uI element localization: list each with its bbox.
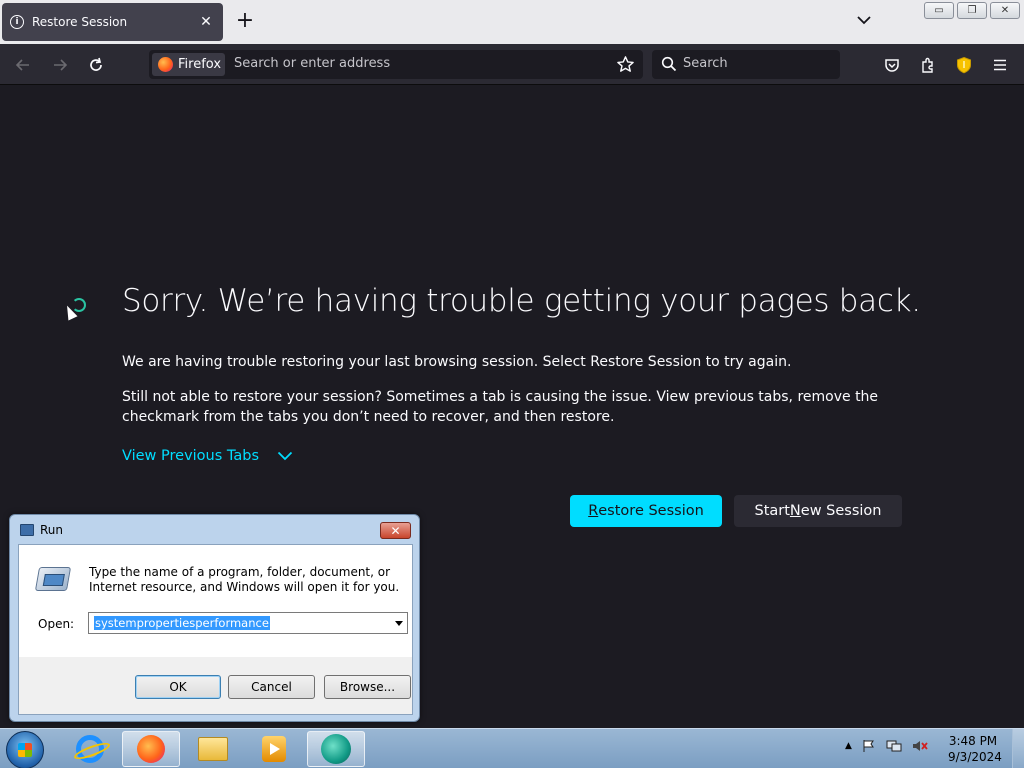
browse-button[interactable]: Browse...	[324, 675, 411, 699]
run-close-button[interactable]: ✕	[380, 522, 411, 539]
run-program-icon	[34, 567, 72, 591]
reload-icon[interactable]	[86, 55, 106, 75]
network-icon[interactable]	[886, 739, 902, 753]
window-controls: ▭ ❐ ✕	[924, 2, 1020, 19]
run-description: Type the name of a program, folder, docu…	[89, 565, 400, 594]
list-all-tabs-icon[interactable]	[856, 12, 872, 28]
open-input-value[interactable]: systempropertiesperformance	[94, 616, 270, 630]
taskbar-file-explorer[interactable]	[184, 731, 242, 767]
start-button[interactable]	[6, 731, 44, 768]
taskbar: ▲ 3:48 PM 9/3/2024	[0, 728, 1024, 768]
internet-explorer-icon	[76, 735, 104, 763]
tab-title: Restore Session	[32, 15, 128, 29]
close-window-button[interactable]: ✕	[990, 2, 1020, 19]
error-hint: Still not able to restore your session? …	[122, 389, 879, 425]
pocket-icon[interactable]	[882, 55, 902, 75]
app-icon	[321, 734, 351, 764]
new-label-post: ew Session	[800, 503, 882, 519]
restore-window-button[interactable]: ❐	[957, 2, 987, 19]
new-label-pre: Start	[754, 503, 790, 519]
new-tab-button[interactable]: +	[234, 10, 256, 32]
system-tray: ▲	[845, 739, 928, 753]
cancel-button[interactable]: Cancel	[228, 675, 315, 699]
forward-icon[interactable]	[50, 55, 70, 75]
identity-chip[interactable]: Firefox	[152, 53, 225, 76]
menu-icon[interactable]	[990, 55, 1010, 75]
chevron-down-icon	[277, 451, 293, 461]
restore-session-button[interactable]: Restore Session	[570, 495, 722, 527]
run-dialog: Run ✕ Type the name of a program, folder…	[9, 514, 420, 722]
open-label: Open:	[38, 617, 75, 631]
extensions-icon[interactable]	[918, 55, 938, 75]
file-explorer-icon	[198, 737, 228, 761]
nav-toolbar: Firefox Search or enter address Search	[0, 44, 1024, 85]
back-icon[interactable]	[13, 55, 33, 75]
error-message: We are having trouble restoring your las…	[122, 354, 792, 370]
view-previous-tabs-label: View Previous Tabs	[122, 448, 260, 464]
desktop: i Restore Session ✕ + ▭ ❐ ✕ Firefox Sear…	[0, 0, 1024, 768]
info-icon: i	[10, 15, 24, 29]
clock-time: 3:48 PM	[948, 734, 998, 748]
show-desktop-button[interactable]	[1012, 729, 1024, 768]
run-dialog-body: Type the name of a program, folder, docu…	[18, 544, 413, 715]
tab-strip: i Restore Session ✕ + ▭ ❐ ✕	[0, 0, 1024, 44]
taskbar-media-player[interactable]	[245, 731, 303, 767]
restore-label-accesskey: R	[588, 503, 599, 519]
action-center-flag-icon[interactable]	[862, 739, 876, 753]
volume-muted-icon[interactable]	[912, 739, 928, 753]
run-dialog-title: Run	[40, 523, 64, 537]
taskbar-internet-explorer[interactable]	[61, 731, 119, 767]
search-input[interactable]: Search	[683, 56, 728, 71]
bookmark-star-icon[interactable]	[616, 55, 635, 74]
address-bar[interactable]: Firefox Search or enter address	[149, 50, 643, 79]
taskbar-app[interactable]	[307, 731, 365, 767]
run-dialog-content: Type the name of a program, folder, docu…	[19, 545, 412, 657]
open-combobox[interactable]: systempropertiesperformance	[88, 612, 408, 634]
run-icon	[20, 524, 34, 536]
search-bar[interactable]: Search	[652, 50, 840, 79]
search-icon	[661, 56, 677, 72]
clock[interactable]: 3:48 PM 9/3/2024	[948, 733, 1002, 765]
restore-label-post: estore Session	[598, 503, 704, 519]
media-player-icon	[262, 736, 286, 762]
firefox-icon	[137, 735, 165, 763]
new-label-accesskey: N	[789, 503, 801, 519]
taskbar-firefox[interactable]	[122, 731, 180, 767]
page-title: Sorry. We’re having trouble getting your…	[122, 283, 921, 319]
clock-date: 9/3/2024	[948, 750, 1002, 764]
ok-button[interactable]: OK	[135, 675, 221, 699]
run-dialog-titlebar[interactable]: Run	[10, 515, 419, 545]
start-new-session-button[interactable]: Start New Session	[734, 495, 902, 527]
shield-extension-icon[interactable]	[954, 55, 974, 75]
minimize-button[interactable]: ▭	[924, 2, 954, 19]
firefox-icon	[158, 57, 173, 72]
view-previous-tabs-toggle[interactable]: View Previous Tabs	[122, 448, 293, 464]
address-input[interactable]: Search or enter address	[234, 56, 390, 71]
show-hidden-icons-icon[interactable]: ▲	[845, 741, 852, 751]
dropdown-arrow-icon[interactable]	[395, 621, 403, 626]
identity-label: Firefox	[178, 57, 222, 72]
tab-close-icon[interactable]: ✕	[197, 14, 215, 30]
tab-restore-session[interactable]: i Restore Session ✕	[2, 3, 223, 41]
